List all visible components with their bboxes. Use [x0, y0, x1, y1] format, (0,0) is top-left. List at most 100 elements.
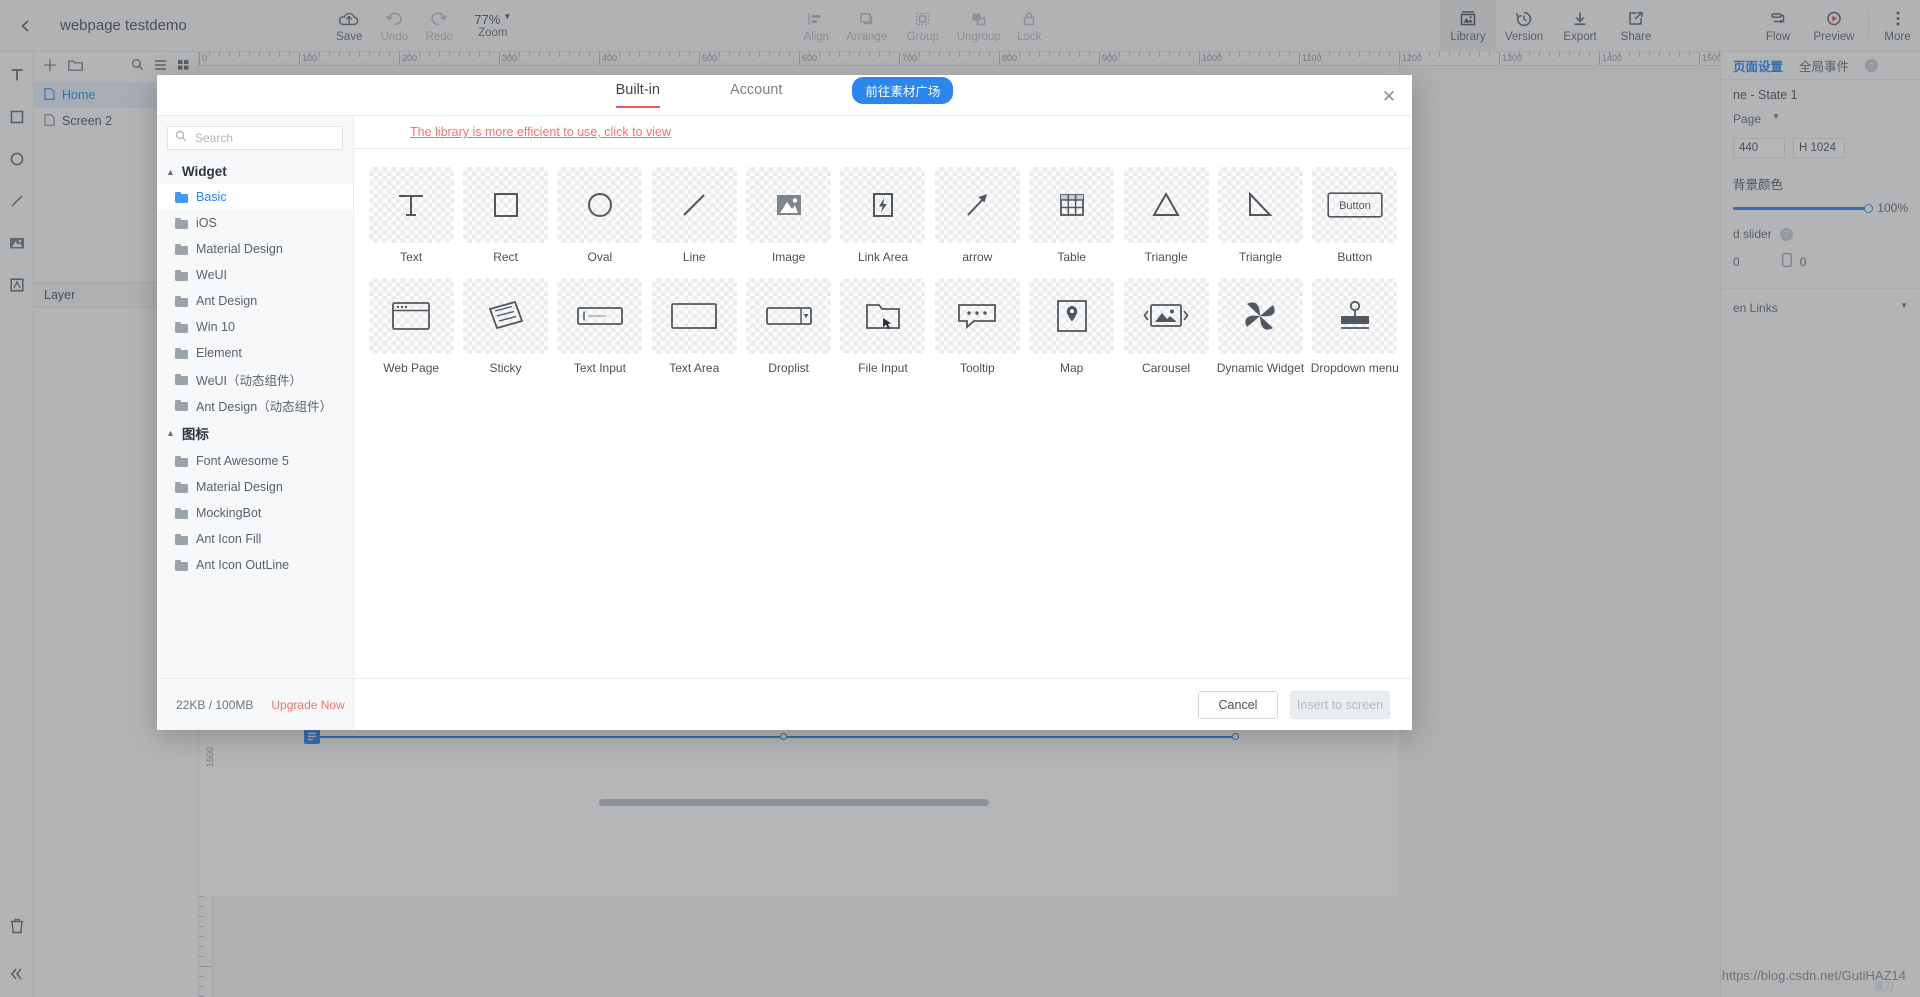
widget-label: Dynamic Widget — [1216, 361, 1305, 375]
widget-triangle-right[interactable]: Triangle — [1213, 167, 1307, 264]
text-input-widget-icon — [557, 278, 643, 354]
modal-body: ▲ Widget Basic iOS Material Design — [157, 115, 1412, 678]
folder-icon — [175, 533, 188, 545]
sidebar-group-icons[interactable]: ▲ 图标 — [157, 418, 353, 448]
widget-link-area[interactable]: Link Area — [836, 167, 930, 264]
chevron-up-icon: ▲ — [166, 428, 175, 438]
modal-tabs: Built-in Account 前往素材广场 — [615, 76, 954, 109]
sidebar-item-ant-icon-fill[interactable]: Ant Icon Fill — [157, 526, 353, 552]
modal-sidebar: ▲ Widget Basic iOS Material Design — [157, 116, 354, 678]
tab-account[interactable]: Account — [730, 82, 782, 108]
arrow-widget-icon — [934, 167, 1020, 243]
sidebar-item-label: MockingBot — [196, 506, 262, 520]
promo-link[interactable]: The library is more efficient to use, cl… — [410, 125, 671, 139]
widget-dynamic[interactable]: Dynamic Widget — [1213, 278, 1307, 375]
widget-table[interactable]: Table — [1025, 167, 1119, 264]
widget-label: Droplist — [768, 361, 809, 375]
sidebar-item-font-awesome-5[interactable]: Font Awesome 5 — [157, 448, 353, 474]
sidebar-item-ios[interactable]: iOS — [157, 210, 353, 236]
sidebar-item-weui[interactable]: WeUI — [157, 262, 353, 288]
sidebar-item-label: WeUI（动态组件） — [196, 373, 303, 388]
sidebar-item-element[interactable]: Element — [157, 340, 353, 366]
image-widget-icon — [746, 167, 832, 243]
widget-oval[interactable]: Oval — [553, 167, 647, 264]
widget-button[interactable]: Button Button — [1308, 167, 1402, 264]
widget-sticky[interactable]: Sticky — [458, 278, 552, 375]
folder-icon — [175, 455, 188, 467]
sidebar-item-basic[interactable]: Basic — [157, 184, 353, 210]
widget-image[interactable]: Image — [741, 167, 835, 264]
sidebar-item-label: Basic — [196, 190, 227, 204]
widget-text-area[interactable]: Text Area — [647, 278, 741, 375]
sidebar-item-label: Material Design — [196, 242, 283, 256]
search-input[interactable] — [193, 130, 335, 146]
file-input-widget-icon — [840, 278, 926, 354]
sidebar-item-label: Element — [196, 346, 242, 360]
widget-text[interactable]: Text — [364, 167, 458, 264]
widget-label: Button — [1337, 250, 1373, 264]
cancel-button[interactable]: Cancel — [1198, 690, 1278, 719]
widget-label: Triangle — [1238, 250, 1282, 264]
sidebar-group-label: Widget — [181, 164, 227, 179]
widget-dropdown-menu[interactable]: Dropdown menu — [1308, 278, 1402, 375]
widget-label: Map — [1060, 361, 1084, 375]
dropdown-menu-widget-icon — [1312, 278, 1398, 354]
library-modal: Built-in Account 前往素材广场 ✕ Search ▲ Widge… — [157, 75, 1412, 730]
insert-to-screen-button[interactable]: Insert to screen — [1290, 690, 1390, 719]
widget-row-1: Text Rect Oval Line Image Link Area arro… — [364, 167, 1402, 278]
folder-icon — [175, 191, 188, 203]
sidebar-item-win10[interactable]: Win 10 — [157, 314, 353, 340]
widget-label: Text — [400, 250, 423, 264]
folder-icon — [175, 269, 188, 281]
folder-icon — [175, 507, 188, 519]
triangle-right-widget-icon — [1217, 167, 1303, 243]
folder-icon — [175, 347, 188, 359]
upgrade-link[interactable]: Upgrade Now — [271, 698, 344, 712]
widget-carousel[interactable]: Carousel — [1119, 278, 1213, 375]
search-box[interactable] — [167, 126, 343, 150]
widget-tooltip[interactable]: Tooltip — [930, 278, 1024, 375]
widget-label: Dropdown menu — [1310, 361, 1399, 375]
triangle-up-widget-icon — [1123, 167, 1209, 243]
folder-icon — [175, 481, 188, 493]
map-widget-icon — [1029, 278, 1115, 354]
widget-file-input[interactable]: File Input — [836, 278, 930, 375]
link-area-widget-icon — [840, 167, 926, 243]
sidebar-item-ant-icon-outline[interactable]: Ant Icon OutLine — [157, 552, 353, 578]
sidebar-item-label: WeUI — [196, 268, 228, 282]
widget-line[interactable]: Line — [647, 167, 741, 264]
search-icon — [175, 129, 187, 147]
sidebar-item-label: iOS — [196, 216, 217, 230]
sidebar-item-weui-dynamic[interactable]: WeUI（动态组件） — [157, 366, 353, 392]
sidebar-item-material-design-icons[interactable]: Material Design — [157, 474, 353, 500]
sidebar-item-label: Ant Design（动态组件） — [196, 399, 333, 414]
sidebar-group-widget[interactable]: ▲ Widget — [157, 159, 353, 184]
sidebar-group-label: 图标 — [181, 427, 209, 442]
search-wrapper — [157, 116, 353, 159]
table-widget-icon — [1029, 167, 1115, 243]
widget-text-input[interactable]: Text Input — [553, 278, 647, 375]
widget-label: Oval — [587, 250, 613, 264]
app-root: webpage testdemo Save Undo Redo 77% ▼ Zo… — [0, 0, 1920, 997]
folder-icon — [175, 399, 188, 411]
widget-label: Text Input — [573, 361, 626, 375]
line-widget-icon — [651, 167, 737, 243]
tab-built-in[interactable]: Built-in — [615, 82, 661, 108]
material-market-button[interactable]: 前往素材广场 — [852, 76, 954, 104]
sidebar-item-mockingbot[interactable]: MockingBot — [157, 500, 353, 526]
widget-label: Tooltip — [959, 361, 995, 375]
sidebar-item-label: Ant Design — [196, 294, 258, 308]
sidebar-item-ant-design[interactable]: Ant Design — [157, 288, 353, 314]
widget-rect[interactable]: Rect — [458, 167, 552, 264]
modal-header: Built-in Account 前往素材广场 ✕ — [157, 75, 1412, 115]
widget-map[interactable]: Map — [1025, 278, 1119, 375]
close-icon[interactable]: ✕ — [1380, 87, 1398, 105]
sidebar-item-material-design[interactable]: Material Design — [157, 236, 353, 262]
sidebar-item-label: Ant Icon OutLine — [196, 558, 290, 572]
widget-arrow[interactable]: arrow — [930, 167, 1024, 264]
sidebar-item-label: Material Design — [196, 480, 283, 494]
widget-triangle-up[interactable]: Triangle — [1119, 167, 1213, 264]
widget-web-page[interactable]: Web Page — [364, 278, 458, 375]
sidebar-item-ant-design-dynamic[interactable]: Ant Design（动态组件） — [157, 392, 353, 418]
widget-droplist[interactable]: Droplist — [741, 278, 835, 375]
